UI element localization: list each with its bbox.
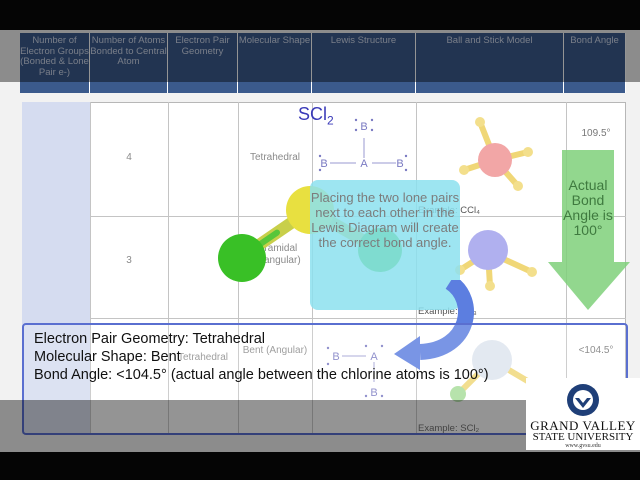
letterbox-top — [0, 0, 640, 30]
row1-angle: 109.5° — [581, 128, 611, 139]
summary-geometry: Electron Pair Geometry: Tetrahedral — [34, 331, 266, 347]
video-frame: Number of Electron Groups (Bonded & Lone… — [0, 0, 640, 480]
lewis-b-top: B — [360, 121, 367, 133]
gvsu-logo: GRAND VALLEY STATE UNIVERSITY www.gvsu.e… — [526, 378, 640, 450]
lewis-a-center: A — [360, 158, 368, 170]
letterbox-bottom — [0, 452, 640, 480]
actual-angle-label: Actual Bond Angle is 100° — [563, 177, 613, 238]
lewis-b-right: B — [396, 158, 403, 170]
dim-overlay-top — [0, 30, 640, 82]
logo-line2: STATE UNIVERSITY — [532, 431, 634, 443]
row1-atoms: 4 — [126, 152, 132, 163]
summary-angle: Bond Angle: <104.5° (actual angle betwee… — [34, 367, 489, 383]
lewis-b-left: B — [320, 158, 327, 170]
summary-shape: Molecular Shape: Bent — [34, 349, 181, 365]
row1-shape: Tetrahedral — [249, 152, 301, 163]
gvsu-seal-icon — [567, 384, 599, 416]
logo-url: www.gvsu.edu — [565, 443, 601, 449]
row2-atoms: 3 — [126, 255, 132, 266]
lewis-structure-tetrahedral: B B A B — [318, 118, 408, 172]
